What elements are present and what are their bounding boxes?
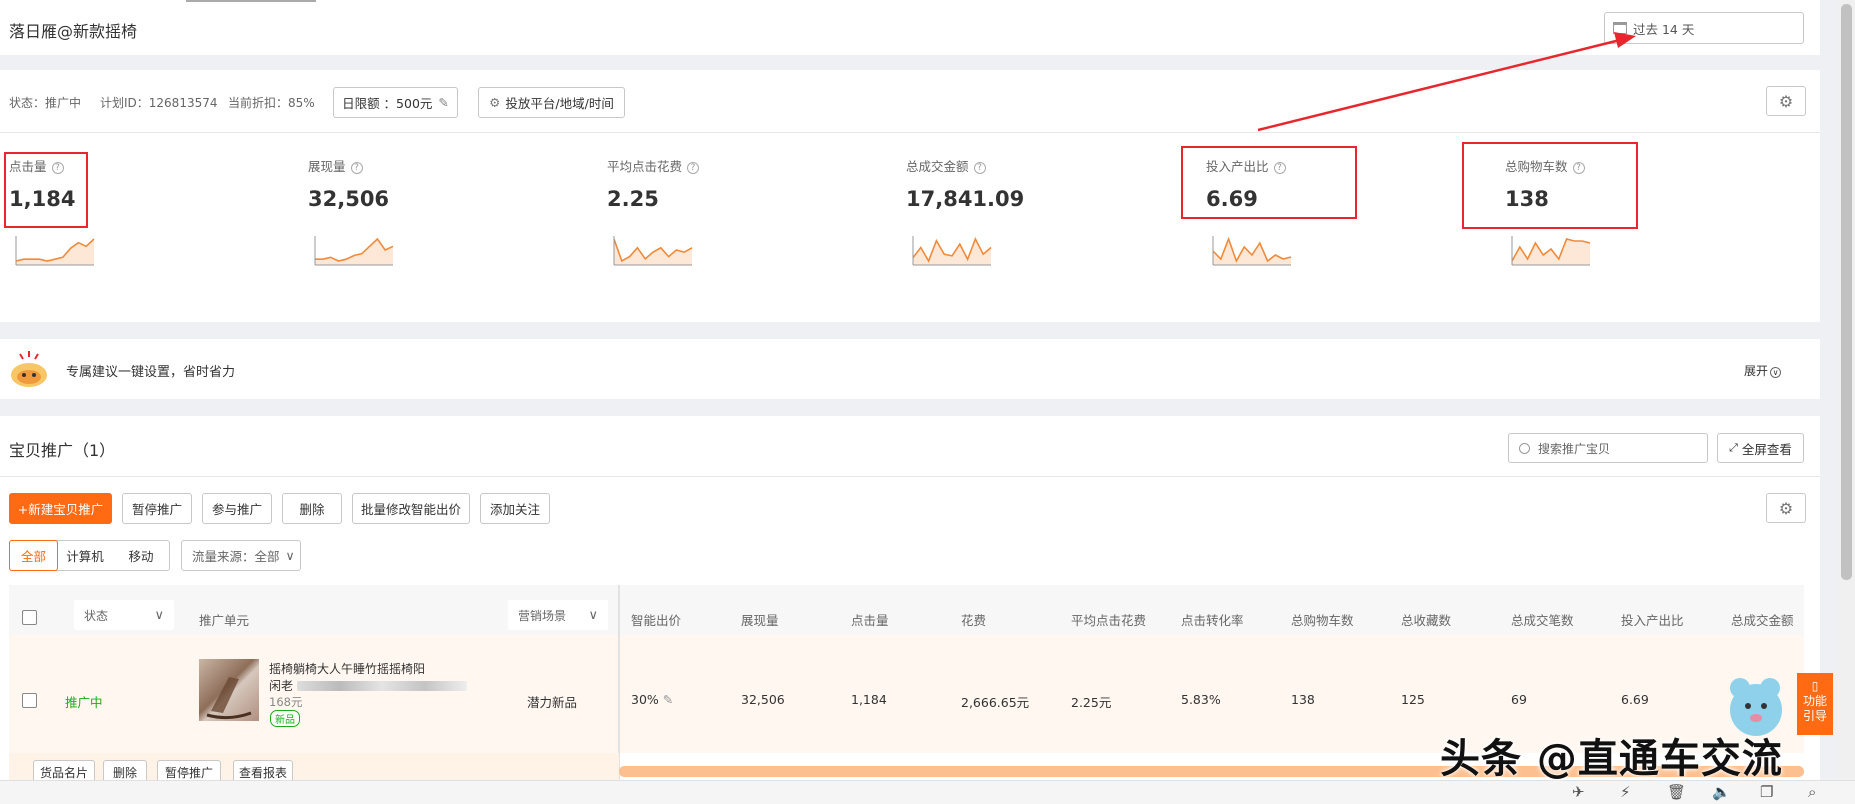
chevron-down-icon: ∨: [588, 607, 598, 623]
feature-guide-label-2: 引导: [1802, 709, 1827, 723]
orders-header: 总成交笔数: [1511, 613, 1574, 628]
product-price: 168元: [269, 695, 303, 709]
traffic-source-value: 流量来源：全部: [192, 549, 280, 564]
clicks-header: 点击量: [851, 613, 889, 628]
tab-mobile[interactable]: 移动: [113, 541, 169, 570]
section-title: 宝贝推广（1）: [9, 441, 116, 460]
batch-bid-button[interactable]: 批量修改智能出价: [352, 493, 470, 524]
row-scene: 潜力新品: [527, 695, 578, 710]
pause-button[interactable]: 暂停推广: [122, 493, 192, 524]
row-conversion-rate: 5.83%: [1181, 692, 1221, 707]
rocket-icon[interactable]: ✈: [1572, 783, 1585, 801]
lightning-icon[interactable]: ⚡: [1620, 783, 1631, 801]
row-checkbox[interactable]: [22, 693, 37, 708]
blurred-text: [297, 680, 468, 691]
roi-header: 投入产出比: [1621, 613, 1684, 628]
fullscreen-button[interactable]: ⤢ 全屏查看: [1717, 433, 1804, 463]
add-follow-button[interactable]: 添加关注: [480, 493, 550, 524]
search-icon: [1519, 442, 1530, 454]
speaker-icon[interactable]: 🔈: [1712, 783, 1731, 801]
join-button[interactable]: 参与推广: [202, 493, 272, 524]
smart-bid-value: 30%: [631, 692, 659, 707]
row-roi: 6.69: [1621, 692, 1649, 707]
tab-all[interactable]: 全部: [9, 540, 58, 571]
expand-toggle[interactable]: 展开 ∨: [1744, 362, 1782, 379]
expand-label: 展开: [1744, 364, 1769, 378]
row-orders: 69: [1511, 692, 1527, 707]
search-input[interactable]: 搜索推广宝贝: [1508, 433, 1708, 463]
row-smart-bid[interactable]: 30% ✎: [631, 692, 673, 707]
row-impressions: 32,506: [741, 692, 785, 707]
pencil-icon: ✎: [662, 692, 674, 707]
feature-guide-label-1: 功能: [1802, 694, 1827, 708]
cost-header: 花费: [961, 613, 987, 628]
scene-filter[interactable]: 营销场景 ∨: [508, 600, 608, 630]
status-filter[interactable]: 状态 ∨: [74, 600, 174, 630]
row-clicks: 1,184: [851, 692, 887, 707]
row-cost: 2,666.65元: [961, 695, 1030, 710]
window-icon[interactable]: ❐: [1760, 783, 1773, 801]
fullscreen-label: 全屏查看: [1741, 441, 1792, 457]
delete-button[interactable]: 删除: [282, 493, 342, 524]
tab-computer[interactable]: 计算机: [57, 541, 113, 570]
select-all-checkbox[interactable]: [22, 610, 37, 625]
status-header: 状态: [84, 608, 109, 623]
device-tabs: 全部 计算机 移动: [9, 540, 170, 571]
new-product-badge: 新品: [270, 710, 300, 727]
chevron-down-icon: ∨: [154, 607, 164, 623]
new-promotion-button[interactable]: +新建宝贝推广: [9, 493, 112, 524]
book-icon: ▯: [1811, 679, 1819, 693]
unit-header: 推广单元: [199, 613, 250, 628]
favorites-header: 总收藏数: [1401, 613, 1452, 628]
row-favorites: 125: [1401, 692, 1425, 707]
row-cart: 138: [1291, 692, 1315, 707]
avg-cpc-header: 平均点击花费: [1071, 613, 1147, 628]
feature-guide-widget[interactable]: ▯ 功能 引导: [1797, 673, 1833, 735]
scene-header: 营销场景: [518, 608, 567, 623]
chevron-down-icon: ∨: [1770, 367, 1782, 378]
search-icon[interactable]: ⌕: [1808, 783, 1816, 801]
mascot-icon: [9, 349, 49, 389]
chevron-down-icon: ∨: [285, 548, 295, 563]
divider: [0, 476, 1820, 477]
gmv-header: 总成交金额: [1731, 613, 1794, 628]
product-title-line2: 闲老: [269, 679, 294, 693]
search-placeholder: 搜索推广宝贝: [1538, 441, 1611, 456]
suggestion-text: 专属建议一键设置，省时省力: [66, 365, 236, 380]
smart-bid-header: 智能出价: [631, 613, 682, 628]
row-status: 推广中: [65, 695, 103, 710]
table-settings-button[interactable]: ⚙: [1766, 493, 1806, 523]
impressions-header: 展现量: [741, 613, 779, 628]
gear-icon: ⚙: [1778, 498, 1794, 518]
traffic-source-select[interactable]: 流量来源：全部 ∨: [181, 540, 301, 571]
product-thumbnail[interactable]: [199, 659, 259, 721]
trash-icon[interactable]: 🗑: [1667, 783, 1686, 801]
product-title-line1: 摇椅躺椅大人午睡竹摇摇椅阳: [269, 662, 426, 676]
vertical-scrollbar-track: [1838, 0, 1855, 780]
expand-icon: ⤢: [1729, 441, 1738, 454]
conversion-rate-header: 点击转化率: [1181, 613, 1244, 628]
cart-header: 总购物车数: [1291, 613, 1354, 628]
watermark: 头条 @直通车交流: [1440, 736, 1783, 782]
vertical-scrollbar-thumb[interactable]: [1841, 4, 1852, 580]
row-avg-cpc: 2.25元: [1071, 695, 1112, 710]
row-action-band: [9, 753, 619, 780]
suggestion-panel: 专属建议一键设置，省时省力 展开 ∨: [0, 339, 1820, 399]
product-title[interactable]: 摇椅躺椅大人午睡竹摇摇椅阳 闲老: [269, 660, 479, 694]
